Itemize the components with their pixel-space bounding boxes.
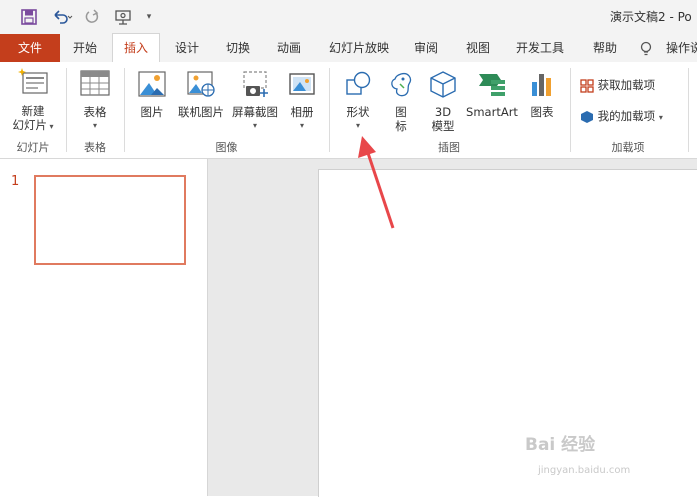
watermark-logo: Bai 经验 <box>525 435 596 455</box>
watermark-url: jingyan.baidu.com <box>538 465 631 476</box>
annotation-arrow <box>358 136 395 229</box>
